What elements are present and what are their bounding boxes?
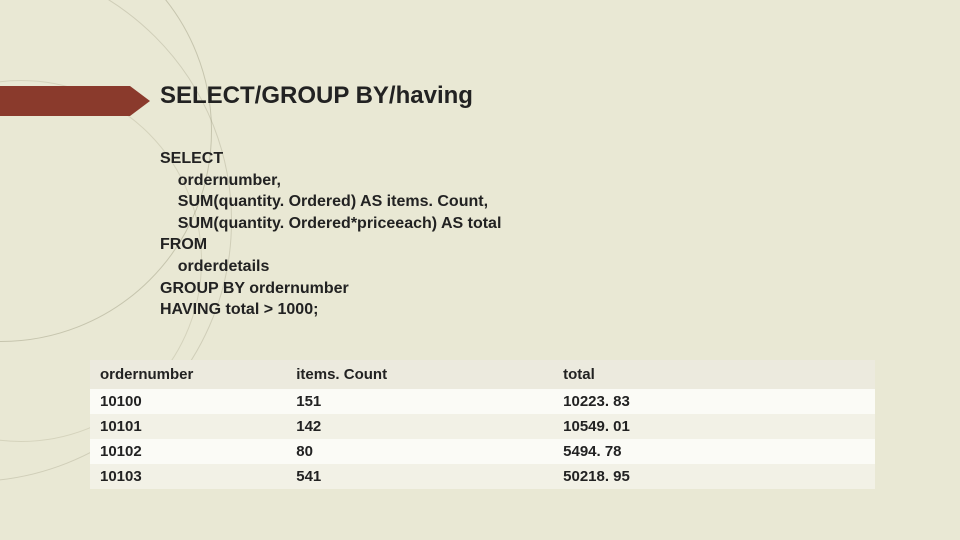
- title-ribbon: [0, 86, 130, 116]
- table-cell: 151: [286, 389, 553, 414]
- table-cell: 10101: [90, 414, 286, 439]
- sql-code: SELECT ordernumber, SUM(quantity. Ordere…: [160, 148, 501, 321]
- table-cell: 142: [286, 414, 553, 439]
- table-cell: 10223. 83: [553, 389, 875, 414]
- table-header-cell: ordernumber: [90, 360, 286, 389]
- table-cell: 10103: [90, 464, 286, 489]
- table-cell: 50218. 95: [553, 464, 875, 489]
- table-cell: 10102: [90, 439, 286, 464]
- table-row: 10100 151 10223. 83: [90, 389, 875, 414]
- table-header-cell: total: [553, 360, 875, 389]
- table-header-row: ordernumber items. Count total: [90, 360, 875, 389]
- table-cell: 10100: [90, 389, 286, 414]
- table-cell: 5494. 78: [553, 439, 875, 464]
- table-row: 10101 142 10549. 01: [90, 414, 875, 439]
- table-row: 10102 80 5494. 78: [90, 439, 875, 464]
- table-row: 10103 541 50218. 95: [90, 464, 875, 489]
- table-cell: 10549. 01: [553, 414, 875, 439]
- table-cell: 541: [286, 464, 553, 489]
- table-cell: 80: [286, 439, 553, 464]
- slide-title: SELECT/GROUP BY/having: [160, 82, 473, 110]
- result-table: ordernumber items. Count total 10100 151…: [90, 360, 875, 489]
- slide: SELECT/GROUP BY/having SELECT ordernumbe…: [0, 0, 960, 540]
- table-header-cell: items. Count: [286, 360, 553, 389]
